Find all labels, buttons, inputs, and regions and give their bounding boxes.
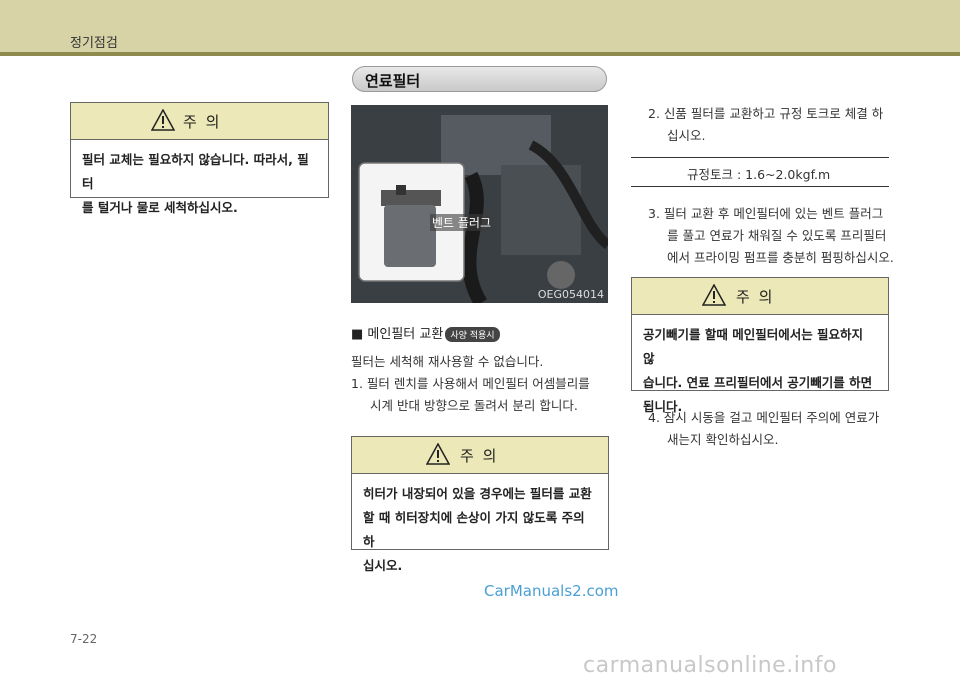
step4-line2: 새는지 확인하십시오. (667, 432, 779, 447)
warning-triangle-icon (151, 109, 175, 131)
section-title: 연료필터 (365, 72, 421, 90)
torque-spec: 규정토크 : 1.6~2.0kgf.m (631, 157, 889, 187)
caution-body: 필터 교체는 필요하지 않습니다. 따라서, 필터 를 털거나 물로 세척하십시… (71, 140, 328, 228)
caution-line: 습니다. 연료 프리필터에서 공기빼기를 하면 (643, 375, 873, 390)
step3-line2: 를 풀고 연료가 채워질 수 있도록 프리필터 (667, 228, 887, 243)
intro-text: 필터는 세척해 재사용할 수 없습니다. (351, 354, 544, 369)
header-rule (0, 52, 960, 56)
caution-line: 공기빼기를 할때 메인필터에서는 필요하지 않 (643, 327, 864, 366)
left-caution-box: 주 의 필터 교체는 필요하지 않습니다. 따라서, 필터 를 털거나 물로 세… (70, 102, 329, 215)
caution-line: 를 털거나 물로 세척하십시오. (82, 200, 238, 215)
header-band: 정기점검 (0, 0, 960, 52)
step1-line1: 1. 필터 렌치를 사용해서 메인필터 어셈블리를 (351, 376, 590, 391)
torque-value: 규정토크 : 1.6~2.0kgf.m (687, 167, 831, 182)
warning-triangle-icon (702, 284, 726, 306)
section-title-pill: 연료필터 (352, 66, 607, 92)
caution-label: 주 의 (183, 113, 222, 131)
photo-code: OEG054014 (537, 288, 604, 301)
caution-label: 주 의 (736, 288, 775, 306)
caution-title-bar: 주 의 (71, 103, 328, 140)
warning-triangle-icon (426, 443, 450, 465)
engine-illustration (351, 105, 608, 303)
option-badge: 사양 적용시 (445, 327, 500, 342)
caution-line: 필터 교체는 필요하지 않습니다. 따라서, 필터 (82, 152, 309, 191)
caution-line: 할 때 히터장치에 손상이 가지 않도록 주의 하 (363, 510, 585, 549)
step2-line1: 2. 신품 필터를 교환하고 규정 토크로 체결 하 (648, 106, 884, 121)
heading-text: ■ 메인필터 교환 (351, 327, 444, 342)
caution-line: 십시오. (363, 558, 403, 573)
step3-line1: 3. 필터 교환 후 메인필터에 있는 벤트 플러그 (648, 206, 884, 221)
caution-title-bar: 주 의 (632, 278, 888, 315)
watermark-carmanuals2[interactable]: CarManuals2.com (484, 582, 619, 600)
caution-line: 히터가 내장되어 있을 경우에는 필터를 교환 (363, 486, 592, 501)
step3-line3: 에서 프라이밍 펌프를 충분히 펌핑하십시오. (667, 250, 894, 265)
step1-line2: 시계 반대 방향으로 돌려서 분리 합니다. (370, 398, 578, 413)
chapter-title: 정기점검 (70, 36, 118, 51)
mid-caution-box: 주 의 히터가 내장되어 있을 경우에는 필터를 교환 할 때 히터장치에 손상… (351, 436, 609, 573)
vent-plug-label: 벤트 플러그 (430, 214, 494, 231)
right-caution-box: 주 의 공기빼기를 할때 메인필터에서는 필요하지 않 습니다. 연료 프리필터… (631, 277, 889, 414)
caution-body: 히터가 내장되어 있을 경우에는 필터를 교환 할 때 히터장치에 손상이 가지… (352, 474, 608, 586)
step4-line1: 4. 잠시 시동을 걸고 메인필터 주의에 연료가 (648, 410, 880, 425)
fuel-filter-photo: OEG054014 (351, 105, 608, 303)
step2-line2: 십시오. (667, 128, 706, 143)
caution-label: 주 의 (460, 447, 499, 465)
watermark-carmanualsonline[interactable]: carmanualsonline.info (583, 653, 837, 678)
caution-title-bar: 주 의 (352, 437, 608, 474)
main-filter-heading: ■ 메인필터 교환 사양 적용시 (351, 323, 500, 342)
page-number: 7-22 (70, 632, 98, 646)
